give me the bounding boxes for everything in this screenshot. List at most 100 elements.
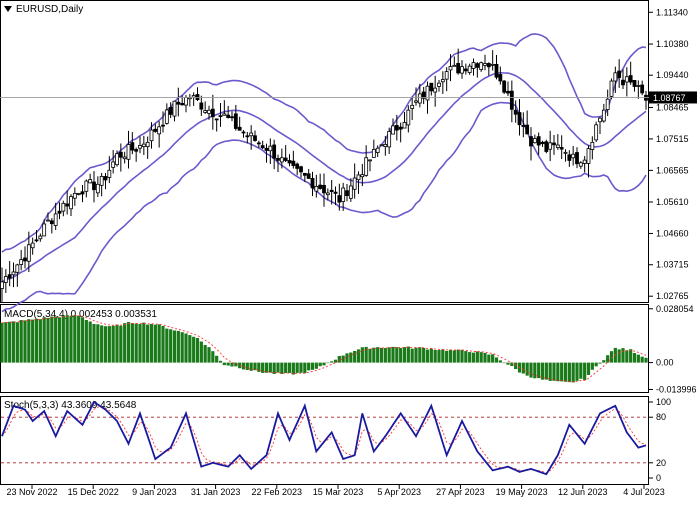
chart-svg: EURUSD,Daily MACD(5,34,4) 0.002453 0.003… (0, 0, 697, 497)
candle-body (348, 185, 353, 199)
candle-body (214, 118, 219, 121)
candle-body (176, 101, 181, 105)
candle-body (425, 85, 430, 101)
candle-body (548, 142, 553, 150)
candle-body (268, 145, 273, 152)
x-tick-label: 19 May 2023 (496, 487, 548, 497)
price-tick-label: 1.08465 (656, 102, 689, 112)
candle-body (203, 110, 208, 113)
candle-body (222, 113, 227, 116)
candle-body (375, 147, 380, 153)
macd-bar (107, 326, 111, 363)
candle-body (571, 153, 576, 159)
macd-bar (632, 353, 637, 363)
candle-body (337, 195, 342, 203)
candle-body (245, 135, 250, 138)
macd-bar (529, 362, 533, 378)
macd-bar (583, 362, 587, 381)
price-tick-label: 1.11340 (656, 7, 688, 17)
candle-body (490, 63, 495, 66)
macd-bar (241, 362, 246, 370)
macd-bar (399, 347, 403, 363)
candle-body (306, 173, 311, 179)
candle-body (318, 184, 323, 189)
macd-bar (192, 336, 196, 363)
candle-body (567, 154, 572, 161)
macd-bar (487, 354, 491, 363)
macd-bar (123, 323, 127, 363)
candle-body (440, 79, 445, 83)
macd-bar (27, 319, 31, 363)
candle-body (157, 126, 162, 135)
candle-body (544, 141, 549, 152)
candle-body (76, 192, 81, 195)
candle-body (559, 147, 564, 150)
candle-body (287, 160, 292, 164)
candle-body (299, 166, 303, 173)
candle-body (379, 144, 384, 147)
candle-body (410, 104, 415, 109)
candle-body (80, 191, 85, 195)
macd-bar (103, 326, 108, 363)
candle-body (53, 213, 58, 226)
macd-bar (571, 362, 575, 383)
candle-body (360, 174, 365, 178)
candle-body (26, 244, 31, 262)
macd-tick-label: 0.00 (656, 358, 674, 368)
macd-bar (548, 362, 552, 381)
macd-bar (502, 362, 506, 364)
macd-bar (544, 362, 548, 380)
candle-body (38, 235, 43, 240)
macd-bar (34, 318, 39, 363)
candle-body (126, 144, 131, 160)
x-tick-label: 15 Dec 2022 (68, 487, 119, 497)
macd-bar (391, 346, 395, 363)
candle-body (529, 136, 533, 147)
macd-bar (617, 349, 621, 363)
candle-body (398, 126, 403, 130)
candle-body (640, 84, 645, 94)
candle-body (253, 135, 257, 141)
candle-body (69, 196, 73, 210)
candle-body (161, 124, 165, 127)
macd-bar (475, 351, 479, 363)
macd-bar (149, 323, 154, 363)
candle-body (479, 62, 484, 70)
candle-body (613, 72, 618, 82)
candle-body (437, 82, 441, 87)
macd-tick-label: 0.028054 (656, 304, 694, 314)
candle-body (103, 176, 108, 181)
candle-body (325, 192, 330, 196)
candle-body (494, 63, 499, 78)
macd-bar (268, 362, 272, 373)
candle-body (233, 113, 238, 129)
candle-body (414, 100, 418, 103)
candle-body (475, 63, 480, 68)
macd-bar (479, 352, 483, 363)
macd-bar (146, 324, 150, 363)
candle-body (241, 131, 246, 134)
macd-bar (218, 360, 223, 363)
macd-bar (295, 362, 299, 373)
macd-bar (184, 333, 188, 363)
stoch-tick-label: 80 (656, 412, 666, 422)
macd-bar (207, 347, 211, 363)
candle-body (23, 257, 27, 262)
macd-bar (8, 321, 12, 363)
macd-bar (418, 347, 422, 363)
stoch-tick-label: 20 (656, 458, 666, 468)
candle-body (555, 144, 560, 148)
macd-bar (337, 355, 341, 363)
candle-body (628, 75, 633, 83)
macd-bar (360, 347, 364, 363)
candle-body (322, 185, 326, 194)
macd-bar (506, 362, 510, 365)
macd-bar (333, 359, 338, 363)
macd-bar (180, 332, 184, 363)
candle-body (506, 90, 510, 94)
macd-bar (353, 350, 357, 363)
macd-bar (215, 355, 219, 363)
macd-bar (422, 347, 426, 363)
candle-body (95, 183, 100, 194)
macd-bar (307, 362, 311, 371)
